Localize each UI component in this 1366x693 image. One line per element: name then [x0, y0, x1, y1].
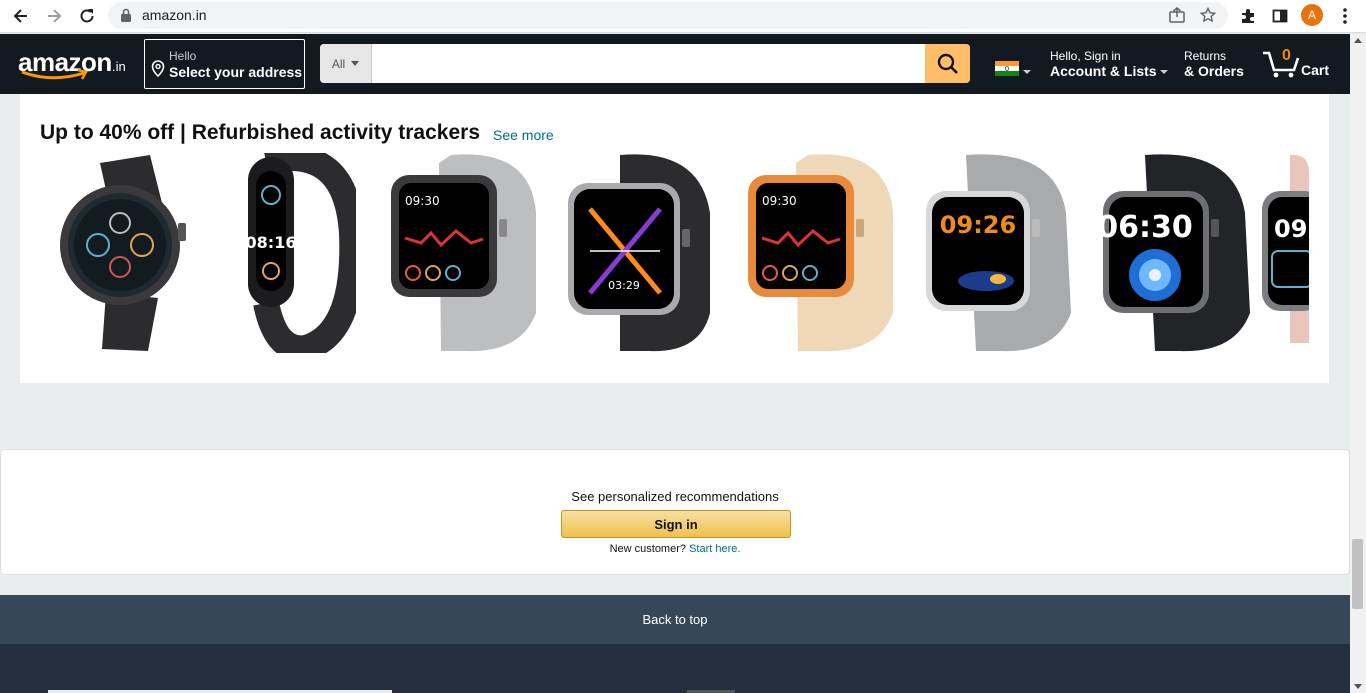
search-category-dropdown[interactable]: All	[320, 44, 372, 83]
grey-watch-time: 09:30	[405, 194, 440, 208]
scroll-thumb[interactable]	[1352, 539, 1363, 609]
extensions-icon[interactable]	[1235, 4, 1261, 28]
product-round-smartwatch[interactable]	[40, 153, 208, 353]
india-flag-icon[interactable]	[995, 61, 1019, 76]
browser-toolbar: amazon.in A	[0, 0, 1366, 33]
new-customer-line: New customer? Start here.	[1, 543, 1349, 555]
search-bar: All	[320, 44, 970, 83]
cart-count: 0	[1282, 47, 1291, 64]
lock-icon	[121, 8, 131, 22]
star-icon[interactable]	[1200, 7, 1216, 23]
card-title: Up to 40% off | Refurbished activity tra…	[40, 121, 480, 144]
amazon-logo[interactable]: amazon .in	[16, 44, 134, 84]
scroll-up-icon[interactable]	[1354, 38, 1362, 43]
see-more-link[interactable]: See more	[493, 127, 554, 143]
product-carousel: 08:16 09:30 03:29 09:30 09:26 06:30 09	[40, 153, 1309, 353]
select-address-button[interactable]: Hello Select your address	[144, 39, 305, 89]
orders-label: & Orders	[1184, 63, 1244, 79]
product-black-watch-flower[interactable]: 06:30	[1085, 153, 1255, 353]
search-button[interactable]	[925, 44, 970, 83]
product-black-square-watch[interactable]: 03:29	[550, 153, 720, 353]
beige-watch-time: 09:30	[762, 194, 797, 208]
amazon-nav-bar: amazon .in Hello Select your address All…	[0, 34, 1366, 94]
back-icon[interactable]	[8, 4, 34, 28]
footer-nav	[0, 644, 1350, 693]
cart-button[interactable]: 0 Cart	[1262, 46, 1362, 82]
returns-orders-link[interactable]: Returns & Orders	[1184, 49, 1244, 79]
account-greeting: Hello, Sign in	[1050, 49, 1121, 63]
share-icon[interactable]	[1168, 7, 1186, 23]
chevron-down-icon	[1160, 70, 1169, 75]
product-grey-square-watch[interactable]: 09:30	[371, 153, 541, 353]
cart-label: Cart	[1301, 62, 1330, 78]
language-caret-icon[interactable]	[1023, 70, 1031, 74]
scroll-down-icon[interactable]	[1354, 684, 1362, 689]
chevron-down-icon	[351, 61, 360, 66]
product-pink-watch-partial[interactable]: 09	[1260, 153, 1309, 353]
black-watch-time: 03:29	[608, 279, 640, 292]
new-customer-text: New customer?	[609, 543, 690, 555]
side-panel-icon[interactable]	[1267, 4, 1293, 28]
smile-arrow-icon	[21, 69, 88, 80]
band-time: 08:16	[246, 233, 297, 252]
product-silver-grey-watch[interactable]: 09:26	[906, 153, 1076, 353]
search-icon	[937, 53, 958, 74]
address-select: Select your address	[169, 64, 303, 80]
profile-avatar[interactable]: A	[1301, 4, 1323, 26]
product-fitness-band[interactable]: 08:16	[226, 153, 356, 353]
url-text[interactable]: amazon.in	[142, 7, 207, 23]
menu-icon[interactable]	[1332, 4, 1358, 28]
personalized-recommendations-box: See personalized recommendations Sign in…	[0, 449, 1350, 575]
flower-watch-time: 06:30	[1097, 210, 1193, 245]
back-to-top-button[interactable]: Back to top	[0, 595, 1350, 644]
reload-icon[interactable]	[74, 4, 100, 28]
address-bar[interactable]: amazon.in	[108, 2, 1228, 29]
account-lists-label: Account & Lists	[1050, 63, 1157, 79]
forward-icon[interactable]	[41, 4, 67, 28]
pink-watch-time: 09	[1274, 215, 1307, 243]
cart-icon	[1263, 51, 1300, 78]
location-pin-icon	[151, 60, 165, 77]
page-scrollbar[interactable]	[1350, 34, 1366, 693]
start-here-link[interactable]: Start here.	[689, 543, 740, 555]
product-beige-square-watch[interactable]: 09:30	[728, 153, 898, 353]
search-category-label: All	[331, 56, 346, 71]
recommendations-text: See personalized recommendations	[571, 489, 779, 504]
address-hello: Hello	[169, 49, 197, 63]
sign-in-button[interactable]: Sign in	[561, 510, 791, 538]
silver-watch-time: 09:26	[940, 211, 1016, 239]
logo-tld: .in	[112, 59, 126, 74]
returns-label: Returns	[1184, 49, 1227, 63]
search-input[interactable]	[372, 44, 925, 83]
account-lists-row: Account & Lists	[1050, 63, 1169, 79]
refurbished-trackers-card: Up to 40% off | Refurbished activity tra…	[20, 94, 1329, 383]
account-lists-menu[interactable]: Hello, Sign in Account & Lists	[1050, 49, 1169, 79]
